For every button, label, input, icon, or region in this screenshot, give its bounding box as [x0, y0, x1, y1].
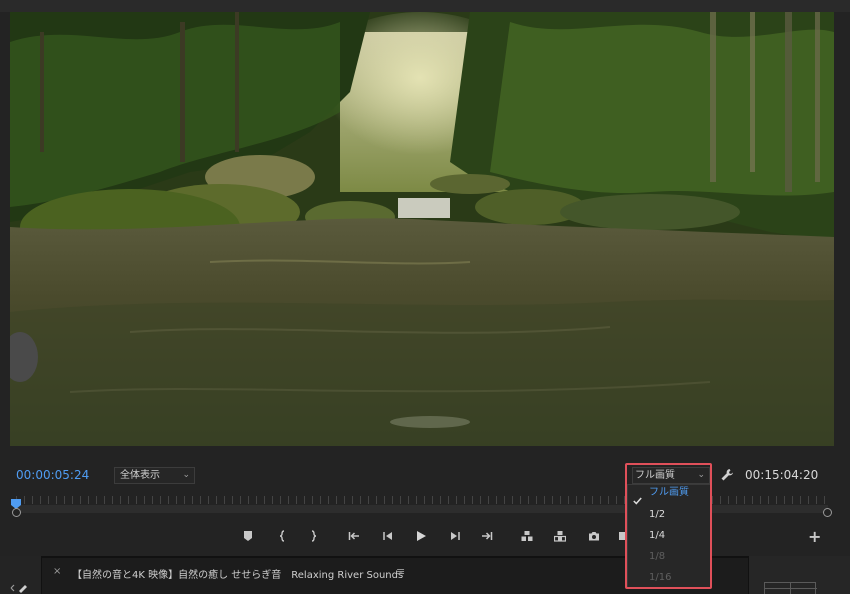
- mark-out-icon[interactable]: [305, 528, 321, 544]
- scrub-end-handle[interactable]: [823, 508, 832, 517]
- zoom-level-select[interactable]: 全体表示 ⌄: [114, 467, 195, 484]
- play-icon[interactable]: [413, 528, 429, 544]
- meter-grid: [764, 582, 817, 594]
- playhead-handle[interactable]: [11, 494, 21, 509]
- duration-timecode: 00:15:04:20: [745, 468, 819, 482]
- go-to-in-icon[interactable]: [346, 528, 362, 544]
- tab-menu-icon[interactable]: ≡: [396, 565, 405, 578]
- pen-tool-icon[interactable]: [10, 580, 28, 594]
- playback-resolution-value: フル画質: [635, 470, 675, 481]
- scrub-start-handle[interactable]: [12, 508, 21, 517]
- sequence-tab-title[interactable]: 【自然の音と4K 映像】自然の癒し せせらぎ音 Relaxing River S…: [72, 566, 403, 581]
- menu-item-full[interactable]: フル画質: [649, 487, 689, 499]
- video-preview[interactable]: [10, 12, 834, 446]
- checkmark-icon: [633, 490, 642, 505]
- overwrite-icon[interactable]: [552, 528, 568, 544]
- zoom-level-value: 全体表示: [120, 470, 160, 481]
- playback-resolution-menu: フル画質 1/2 1/4 1/8 1/16: [627, 484, 711, 588]
- sequence-timecode-fragment: [62, 587, 142, 594]
- panel-header-strip: [0, 0, 850, 12]
- tab-close-button[interactable]: ×: [53, 566, 61, 577]
- wrench-icon[interactable]: [720, 467, 734, 481]
- menu-item-quarter[interactable]: 1/4: [649, 530, 665, 542]
- go-to-out-icon[interactable]: [479, 528, 495, 544]
- chevron-down-icon: ⌄: [182, 470, 190, 480]
- menu-item-eighth: 1/8: [649, 551, 666, 562]
- marker-icon[interactable]: [240, 528, 256, 544]
- insert-icon[interactable]: [519, 528, 535, 544]
- chevron-down-icon: ⌄: [697, 470, 705, 480]
- export-frame-icon[interactable]: [586, 528, 602, 544]
- playback-resolution-select[interactable]: フル画質 ⌄: [632, 467, 710, 484]
- step-back-icon[interactable]: [380, 528, 396, 544]
- mark-in-icon[interactable]: [275, 528, 291, 544]
- program-monitor: 00:00:05:24 全体表示 ⌄ フル画質 ⌄ 00:15:04:20 + …: [0, 0, 850, 594]
- add-button[interactable]: +: [808, 527, 821, 546]
- river-forest-frame: [10, 12, 834, 446]
- menu-item-half[interactable]: 1/2: [649, 509, 665, 521]
- current-timecode[interactable]: 00:00:05:24: [16, 468, 89, 482]
- menu-item-sixteenth: 1/16: [649, 572, 672, 583]
- step-forward-icon[interactable]: [447, 528, 463, 544]
